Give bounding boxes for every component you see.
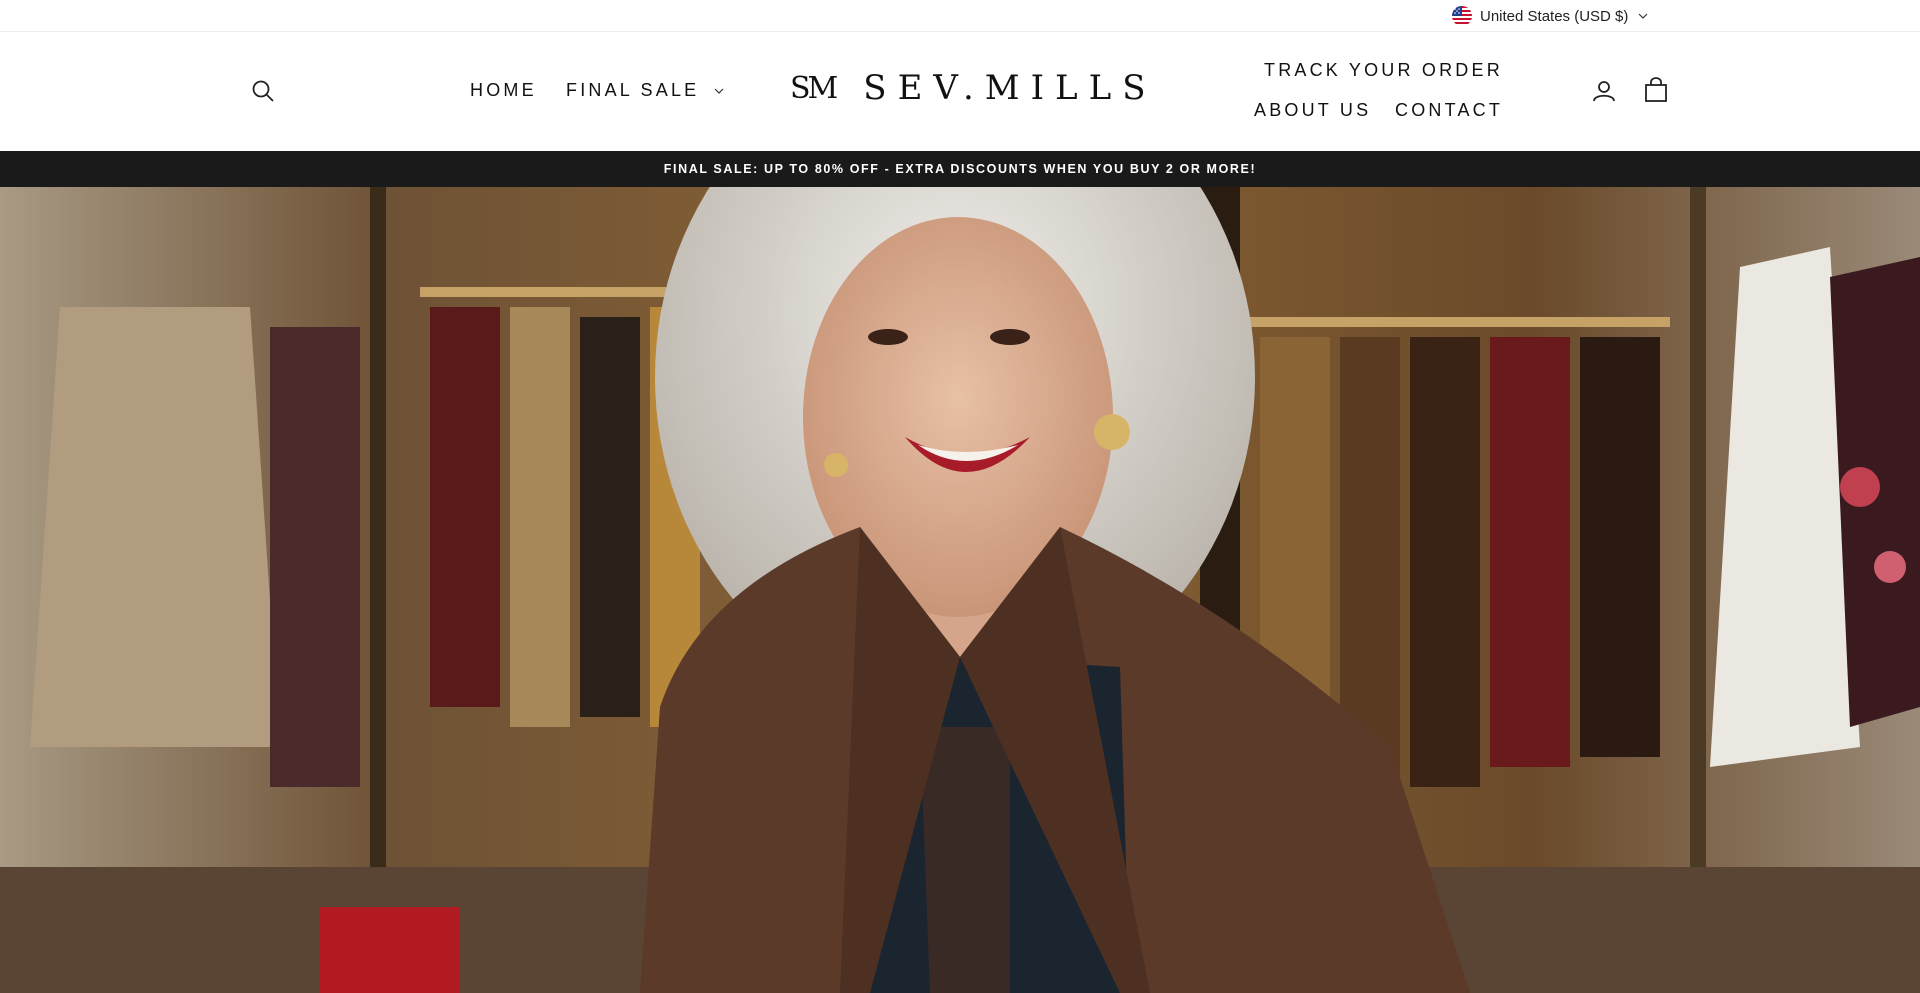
site-header: HOME FINAL SALE SM SEV.MILLS TRACK YOUR … (0, 32, 1920, 151)
chevron-down-icon (714, 88, 724, 94)
us-flag-icon (1452, 6, 1472, 26)
search-button[interactable] (249, 77, 277, 105)
cart-icon (1645, 77, 1667, 102)
cart-button[interactable] (1642, 76, 1670, 104)
announcement-bar: FINAL SALE: UP TO 80% OFF - EXTRA DISCOU… (0, 151, 1920, 187)
nav-contact[interactable]: CONTACT (1395, 100, 1503, 121)
currency-selector[interactable]: United States (USD $) (1452, 4, 1648, 28)
search-icon (252, 80, 274, 102)
utility-bar: United States (USD $) (0, 0, 1920, 32)
logo-mark: SM (790, 70, 838, 106)
announcement-text: FINAL SALE: UP TO 80% OFF - EXTRA DISCOU… (663, 162, 1257, 176)
chevron-down-icon (1638, 13, 1648, 19)
nav-about-us[interactable]: ABOUT US (1254, 100, 1371, 121)
currency-label: United States (USD $) (1480, 7, 1629, 25)
nav-final-sale[interactable]: FINAL SALE (566, 80, 725, 101)
hero-photo (0, 187, 1920, 993)
logo-text: SEV.MILLS (863, 68, 1157, 108)
hero-image (0, 187, 1920, 993)
site-logo[interactable]: SM SEV.MILLS (790, 68, 1157, 108)
nav-track-order[interactable]: TRACK YOUR ORDER (1264, 60, 1503, 81)
nav-home[interactable]: HOME (470, 80, 537, 101)
nav-final-sale-label: FINAL SALE (566, 80, 700, 100)
account-icon (1593, 81, 1615, 102)
account-button[interactable] (1590, 77, 1618, 105)
